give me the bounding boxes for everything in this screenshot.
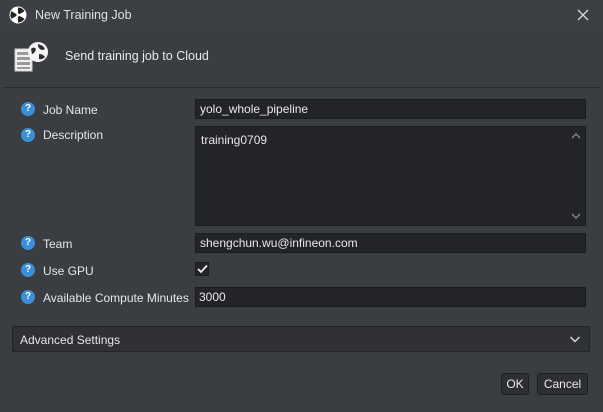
chevron-down-icon xyxy=(570,336,580,343)
compute-minutes-input[interactable] xyxy=(195,287,586,307)
compute-minutes-label: Available Compute Minutes xyxy=(43,291,189,305)
server-globe-icon xyxy=(14,42,48,72)
window-title: New Training Job xyxy=(35,8,132,22)
close-button[interactable] xyxy=(571,4,595,26)
help-icon[interactable]: ? xyxy=(21,263,35,277)
header-text: Send training job to Cloud xyxy=(65,49,209,63)
advanced-settings-label: Advanced Settings xyxy=(20,333,121,347)
close-icon xyxy=(577,9,589,21)
job-name-input[interactable] xyxy=(195,99,586,119)
description-textarea[interactable]: training0709 xyxy=(195,126,586,226)
chevron-up-icon xyxy=(571,133,581,139)
use-gpu-label: Use GPU xyxy=(43,264,94,278)
scroll-down-button[interactable] xyxy=(569,210,583,222)
checkmark-icon xyxy=(196,264,208,274)
team-input[interactable] xyxy=(195,233,586,253)
chevron-down-icon xyxy=(571,213,581,219)
title-bar: New Training Job xyxy=(0,0,603,30)
app-logo-icon xyxy=(9,6,27,24)
cancel-button[interactable]: Cancel xyxy=(537,373,588,395)
ok-button[interactable]: OK xyxy=(501,373,529,395)
job-name-label: Job Name xyxy=(43,103,98,117)
header-divider xyxy=(2,87,601,88)
dialog-header: Send training job to Cloud xyxy=(0,30,603,87)
use-gpu-checkbox[interactable] xyxy=(195,262,209,276)
advanced-settings-dropdown[interactable]: Advanced Settings xyxy=(12,326,590,352)
help-icon[interactable]: ? xyxy=(21,236,35,250)
scroll-up-button[interactable] xyxy=(569,130,583,142)
team-label: Team xyxy=(43,237,73,251)
help-icon[interactable]: ? xyxy=(21,128,35,142)
help-icon[interactable]: ? xyxy=(21,290,35,304)
help-icon[interactable]: ? xyxy=(21,102,35,116)
description-text: training0709 xyxy=(201,133,268,147)
description-label: Description xyxy=(43,128,104,142)
